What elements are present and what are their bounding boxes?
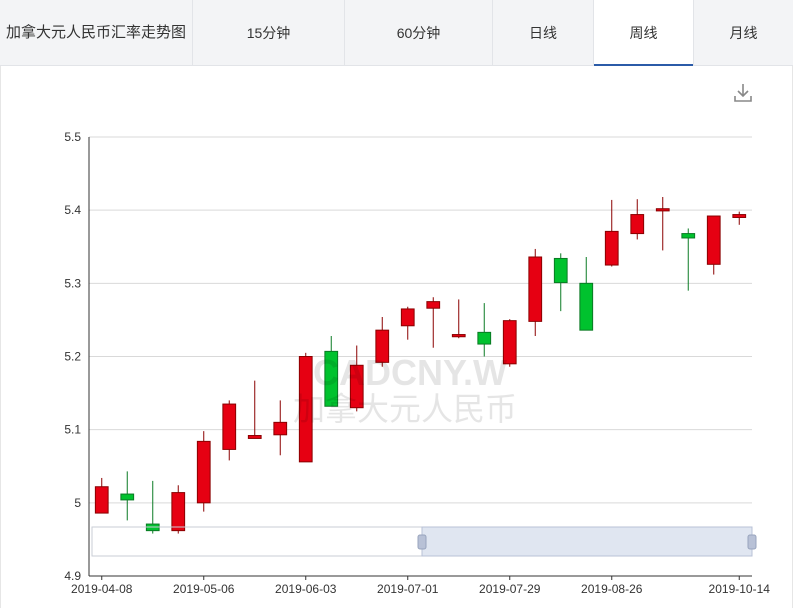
x-tick-label: 2019-07-01 [377,582,439,596]
zoom-handle-left[interactable] [417,534,427,550]
y-tick-label: 5.5 [64,130,81,144]
candle-body [426,301,441,309]
y-tick-label: 5 [74,496,81,510]
watermark-code: CADCNY.W [313,352,507,393]
candle-body [451,334,466,338]
x-tick-label: 2019-07-29 [479,582,541,596]
candle-body [196,440,211,504]
x-tick-label: 2019-05-06 [173,582,235,596]
x-tick-label: 2019-08-26 [581,582,643,596]
candlestick-chart: 4.9 5 5.1 5.2 5.3 5.4 5.5 2019-04-08 2019-05-06 2… [64,130,771,596]
y-tick-label: 5.4 [64,203,81,217]
watermark-name: 加拿大元人民币 [293,391,517,427]
candle-body [477,331,492,345]
y-tick-label: 5.2 [64,350,81,364]
y-tick-label: 5.1 [64,423,81,437]
candle-body [273,421,288,436]
candle-body [400,308,415,327]
candle-body [630,214,645,235]
zoom-slider-window[interactable] [421,526,753,557]
y-tick-label: 4.9 [64,569,81,583]
candle-body [681,233,696,239]
candle-body [655,208,670,212]
candle-body [120,493,135,501]
y-tick-label: 5.3 [64,276,81,290]
candle-body [732,214,747,218]
candle-body [553,257,568,284]
candle-body [528,256,543,322]
candle-body [94,486,109,514]
zoom-handle-right[interactable] [747,534,757,550]
candle-body [222,403,237,450]
candle-body [706,215,721,265]
candle-body [604,230,619,266]
x-tick-label: 2019-10-14 [709,582,771,596]
x-tick-label: 2019-06-03 [275,582,337,596]
candle-body [247,435,262,439]
candle-body [579,282,594,331]
x-tick-label: 2019-04-08 [71,582,133,596]
candle-body [171,492,186,532]
